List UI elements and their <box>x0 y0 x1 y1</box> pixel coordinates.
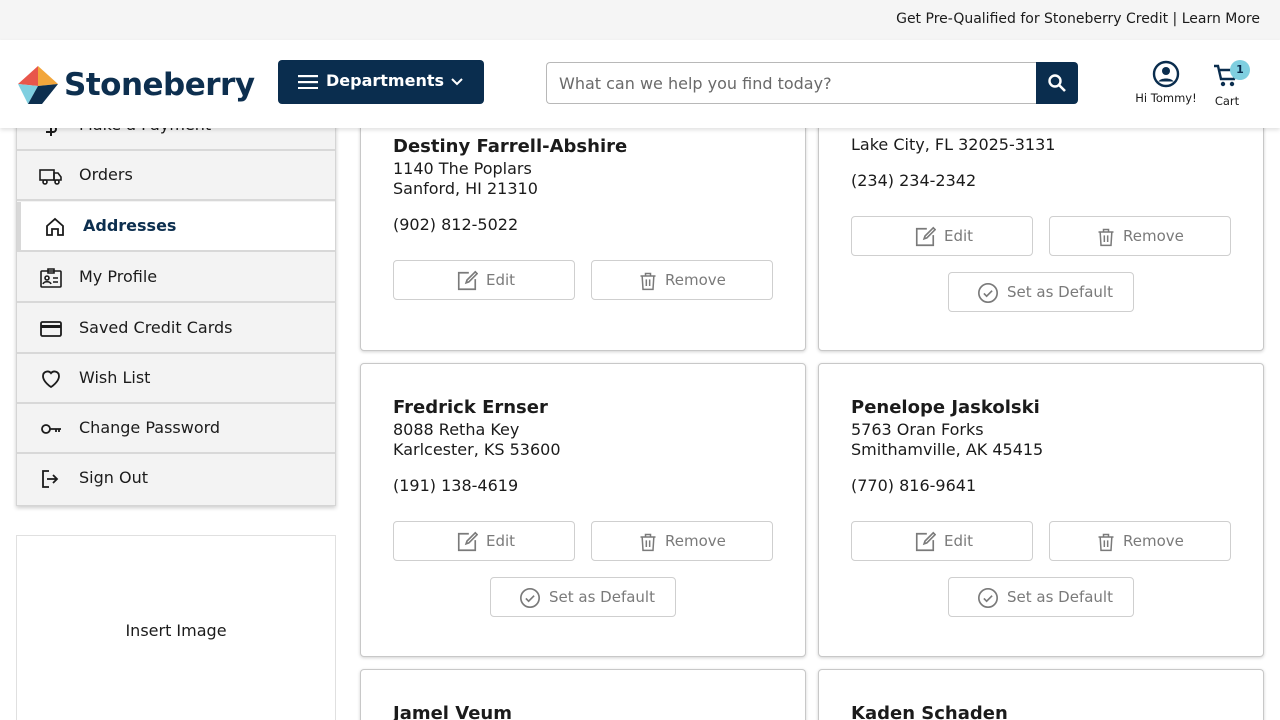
sidebar-item-label: Addresses <box>83 216 177 235</box>
address-card: Fredrick Ernser 8088 Retha Key Karlceste… <box>360 363 806 657</box>
edit-icon <box>457 270 478 291</box>
set-default-label: Set as Default <box>1007 283 1113 301</box>
address-name: Kaden Schaden <box>851 703 1008 720</box>
address-name: Fredrick Ernser <box>393 397 548 418</box>
remove-address-button[interactable]: Remove <box>1049 521 1231 561</box>
edit-label: Edit <box>944 227 974 245</box>
remove-label: Remove <box>1123 532 1184 550</box>
check-circle-icon <box>520 588 540 608</box>
address-card: Penelope Jaskolski 5763 Oran Forks Smith… <box>818 363 1264 657</box>
check-circle-icon <box>978 283 998 303</box>
key-icon <box>41 424 61 434</box>
address-name: Penelope Jaskolski <box>851 397 1040 418</box>
chevron-down-icon <box>451 78 463 86</box>
trash-icon <box>640 272 656 291</box>
profile-icon <box>40 268 62 288</box>
address-name: Jamel Veum <box>393 703 512 720</box>
address-line1: 1140 The Poplars <box>393 159 532 178</box>
truck-icon <box>39 169 62 185</box>
set-default-label: Set as Default <box>1007 588 1113 606</box>
edit-icon <box>915 531 936 552</box>
remove-address-button[interactable]: Remove <box>591 521 773 561</box>
learn-more-link[interactable]: Learn More <box>1182 11 1260 27</box>
search-icon <box>1048 74 1066 92</box>
address-phone: (191) 138-4619 <box>393 476 519 495</box>
search-button[interactable] <box>1036 62 1078 104</box>
heart-icon <box>42 370 60 389</box>
departments-button[interactable]: Departments <box>278 60 484 104</box>
address-phone: (770) 816-9641 <box>851 476 977 495</box>
sidebar-item-orders[interactable]: Orders <box>17 151 335 201</box>
address-name: Destiny Farrell-Abshire <box>393 136 628 157</box>
sidebar-item-change-password[interactable]: Change Password <box>17 404 335 454</box>
sidebar-item-label: Orders <box>79 165 133 184</box>
sidebar-item-saved-credit-cards[interactable]: Saved Credit Cards <box>17 304 335 354</box>
set-default-button[interactable]: Set as Default <box>948 272 1134 312</box>
trash-icon <box>640 533 656 552</box>
edit-label: Edit <box>486 532 516 550</box>
address-phone: (902) 812-5022 <box>393 215 519 234</box>
logo-mark-icon <box>18 66 58 104</box>
sidebar-item-label: Sign Out <box>79 468 148 487</box>
insert-image-placeholder: Insert Image <box>16 535 336 720</box>
address-line1: 8088 Retha Key <box>393 420 520 439</box>
account-sidebar: Make a Payment Orders Addresses My Profi… <box>16 100 336 506</box>
remove-label: Remove <box>665 271 726 289</box>
trash-icon <box>1098 228 1114 247</box>
insert-image-label: Insert Image <box>125 621 227 640</box>
edit-address-button[interactable]: Edit <box>393 260 575 300</box>
departments-label: Departments <box>326 71 445 90</box>
address-phone: (234) 234-2342 <box>851 171 977 190</box>
site-header: Stoneberry Departments Hi Tommy! 1 Cart <box>0 40 1280 128</box>
promo-separator: | <box>1172 11 1178 27</box>
cart-count-badge: 1 <box>1230 60 1250 80</box>
edit-label: Edit <box>486 271 516 289</box>
home-icon <box>46 217 64 236</box>
check-circle-icon <box>978 588 998 608</box>
account-menu[interactable]: Hi Tommy! <box>1128 60 1204 112</box>
sidebar-item-addresses[interactable]: Addresses <box>17 202 335 252</box>
edit-address-button[interactable]: Edit <box>851 521 1033 561</box>
sidebar-item-label: My Profile <box>79 267 158 286</box>
trash-icon <box>1098 533 1114 552</box>
sidebar-item-label: Saved Credit Cards <box>79 318 233 337</box>
hamburger-icon <box>298 75 318 89</box>
user-circle-icon <box>1152 60 1180 88</box>
address-line2: Sanford, HI 21310 <box>393 179 538 198</box>
account-greeting: Hi Tommy! <box>1135 91 1197 105</box>
promo-bar: Get Pre-Qualified for Stoneberry Credit … <box>0 0 1280 40</box>
edit-label: Edit <box>944 532 974 550</box>
credit-prequalify-link[interactable]: Get Pre-Qualified for Stoneberry Credit <box>896 11 1168 27</box>
logo-wordmark: Stoneberry <box>64 67 255 103</box>
sidebar-item-my-profile[interactable]: My Profile <box>17 253 335 303</box>
edit-icon <box>915 226 936 247</box>
set-default-button[interactable]: Set as Default <box>490 577 676 617</box>
address-card: Kaden Schaden <box>818 669 1264 720</box>
sidebar-item-label: Change Password <box>79 418 221 437</box>
site-search <box>546 62 1078 104</box>
remove-address-button[interactable]: Remove <box>591 260 773 300</box>
search-input[interactable] <box>546 62 1036 104</box>
remove-label: Remove <box>665 532 726 550</box>
address-card: Jamel Veum <box>360 669 806 720</box>
cart-label: Cart <box>1214 94 1240 108</box>
credit-card-icon <box>40 321 62 337</box>
set-default-button[interactable]: Set as Default <box>948 577 1134 617</box>
address-line2: Lake City, FL 32025-3131 <box>851 135 1056 154</box>
sign-out-icon <box>42 470 59 488</box>
edit-icon <box>457 531 478 552</box>
cart-button[interactable]: 1 Cart <box>1206 58 1250 112</box>
set-default-label: Set as Default <box>549 588 655 606</box>
edit-address-button[interactable]: Edit <box>851 216 1033 256</box>
stoneberry-logo[interactable]: Stoneberry <box>16 64 255 106</box>
sidebar-item-label: Wish List <box>79 368 151 387</box>
remove-address-button[interactable]: Remove <box>1049 216 1231 256</box>
sidebar-item-wish-list[interactable]: Wish List <box>17 354 335 404</box>
sidebar-item-sign-out[interactable]: Sign Out <box>17 454 335 504</box>
remove-label: Remove <box>1123 227 1184 245</box>
address-line1: 5763 Oran Forks <box>851 420 984 439</box>
address-line2: Smithamville, AK 45415 <box>851 440 1044 459</box>
edit-address-button[interactable]: Edit <box>393 521 575 561</box>
address-line2: Karlcester, KS 53600 <box>393 440 561 459</box>
